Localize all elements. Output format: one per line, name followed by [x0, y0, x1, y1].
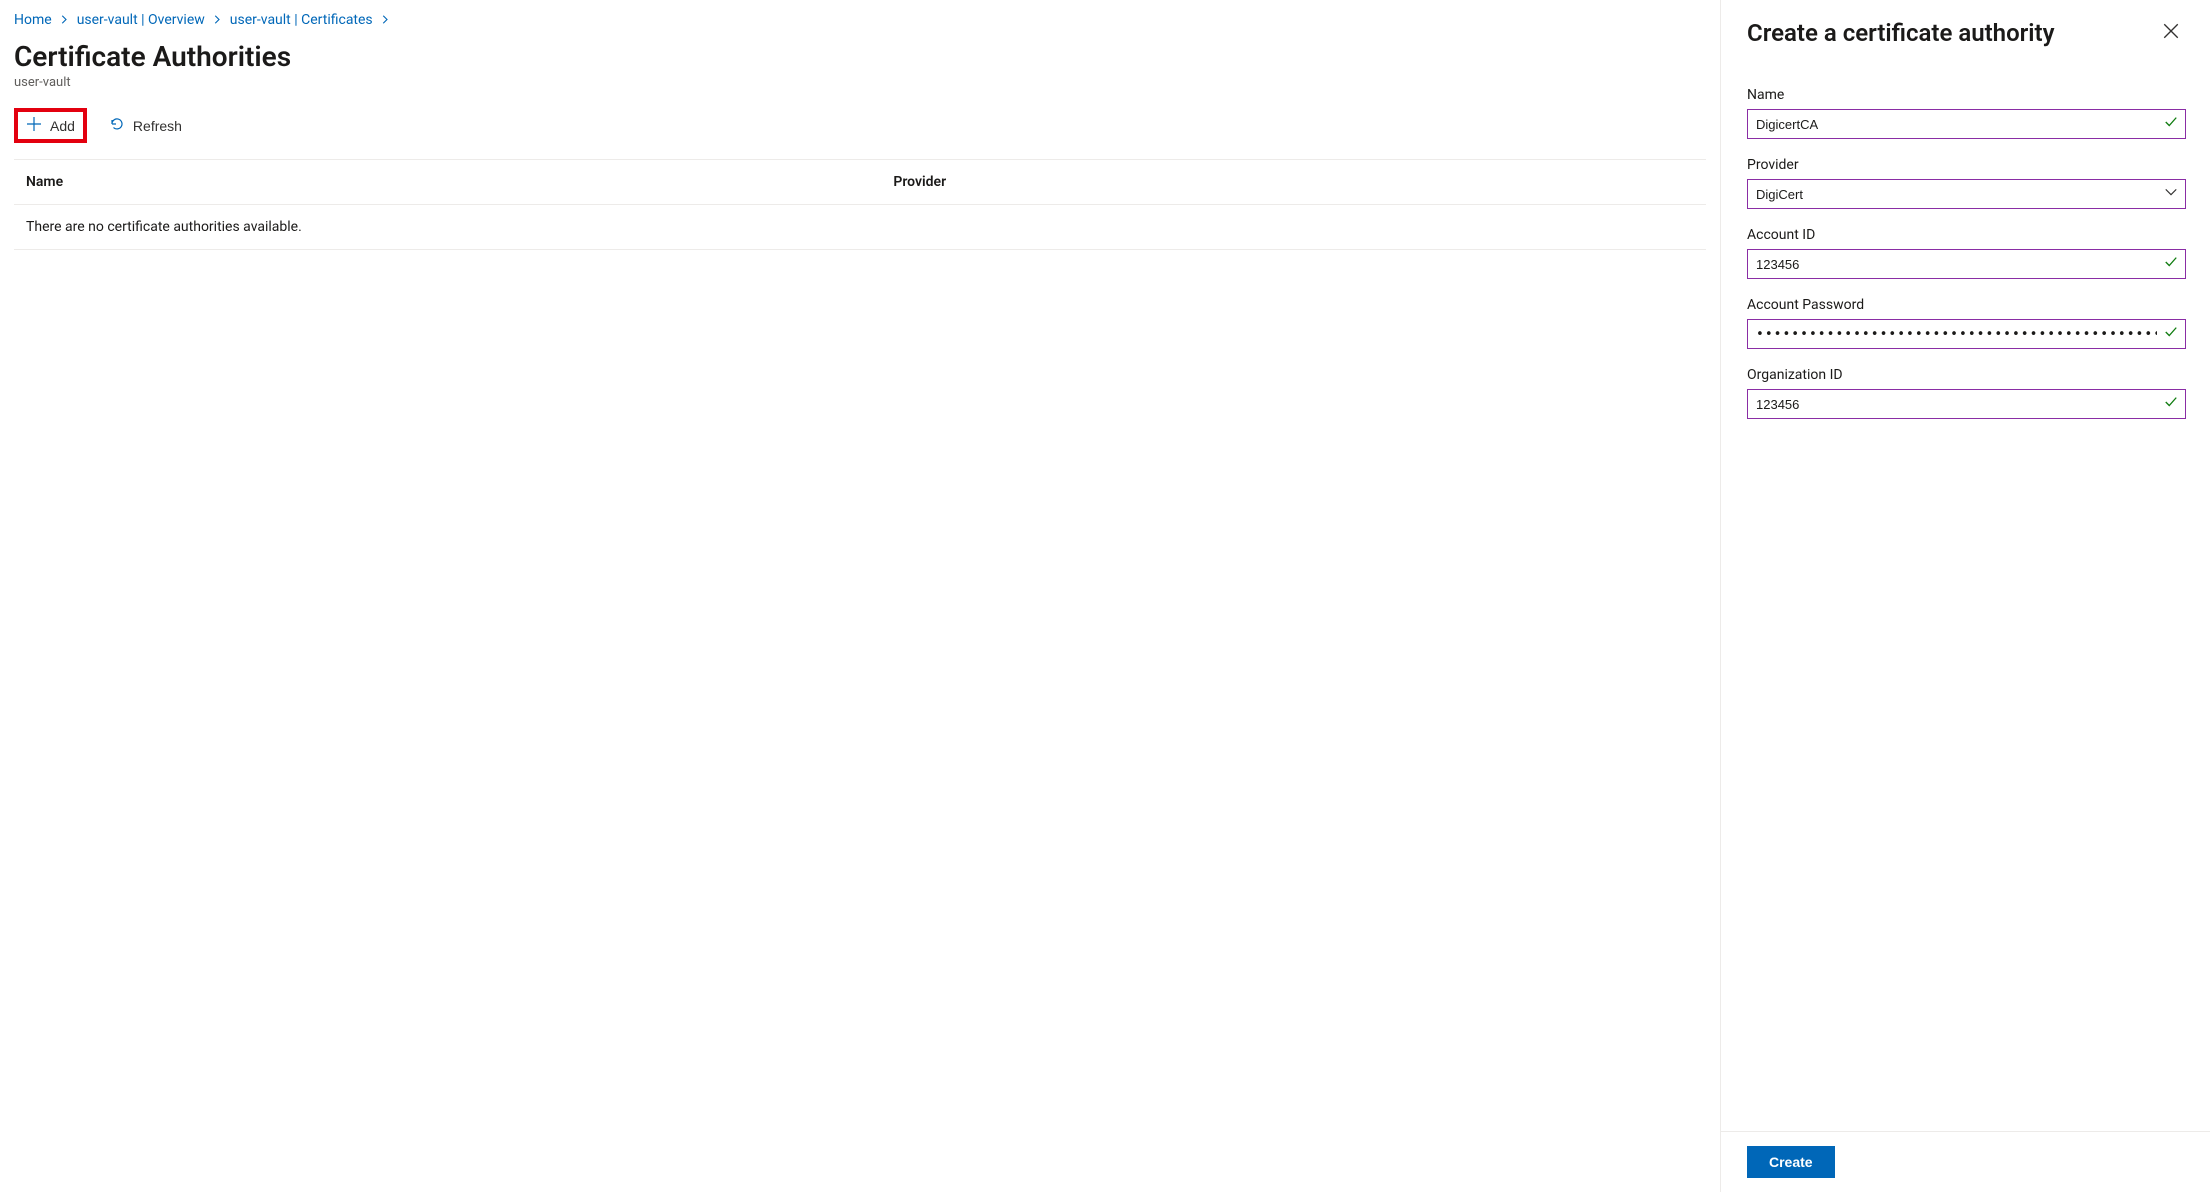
refresh-button[interactable]: Refresh: [101, 110, 190, 141]
chevron-right-icon: [60, 12, 69, 28]
main-content: Home user-vault | Overview user-vault | …: [0, 0, 1720, 1192]
refresh-icon: [109, 116, 125, 135]
close-icon: [2162, 28, 2180, 43]
table-header: Name Provider: [14, 160, 1706, 205]
breadcrumb-certificates[interactable]: user-vault | Certificates: [230, 12, 373, 28]
breadcrumb: Home user-vault | Overview user-vault | …: [14, 12, 1706, 28]
panel-footer: Create: [1721, 1131, 2210, 1192]
plus-icon: [26, 116, 42, 135]
provider-select[interactable]: DigiCert: [1747, 179, 2186, 209]
page-title: Certificate Authorities: [14, 40, 1706, 73]
account-password-label: Account Password: [1747, 297, 2186, 313]
provider-label: Provider: [1747, 157, 2186, 173]
refresh-button-label: Refresh: [133, 118, 182, 134]
account-id-label: Account ID: [1747, 227, 2186, 243]
chevron-right-icon: [213, 12, 222, 28]
breadcrumb-home[interactable]: Home: [14, 12, 52, 28]
account-password-input[interactable]: [1747, 319, 2186, 349]
page-subtitle: user-vault: [14, 75, 1706, 90]
column-header-provider[interactable]: Provider: [893, 174, 1694, 190]
add-button[interactable]: Add: [14, 108, 87, 143]
close-button[interactable]: [2158, 18, 2184, 47]
toolbar: Add Refresh: [14, 108, 1706, 160]
account-id-input[interactable]: [1747, 249, 2186, 279]
organization-id-label: Organization ID: [1747, 367, 2186, 383]
name-label: Name: [1747, 87, 2186, 103]
create-ca-panel: Create a certificate authority Name Prov…: [1720, 0, 2210, 1192]
breadcrumb-overview[interactable]: user-vault | Overview: [77, 12, 205, 28]
add-button-label: Add: [50, 118, 75, 134]
panel-title: Create a certificate authority: [1747, 19, 2055, 47]
chevron-right-icon: [381, 12, 390, 28]
panel-body: Name Provider DigiCert: [1721, 61, 2210, 1131]
table-empty-message: There are no certificate authorities ava…: [14, 205, 1706, 250]
organization-id-input[interactable]: [1747, 389, 2186, 419]
name-input[interactable]: [1747, 109, 2186, 139]
panel-header: Create a certificate authority: [1721, 0, 2210, 61]
create-button[interactable]: Create: [1747, 1146, 1835, 1178]
column-header-name[interactable]: Name: [26, 174, 893, 190]
